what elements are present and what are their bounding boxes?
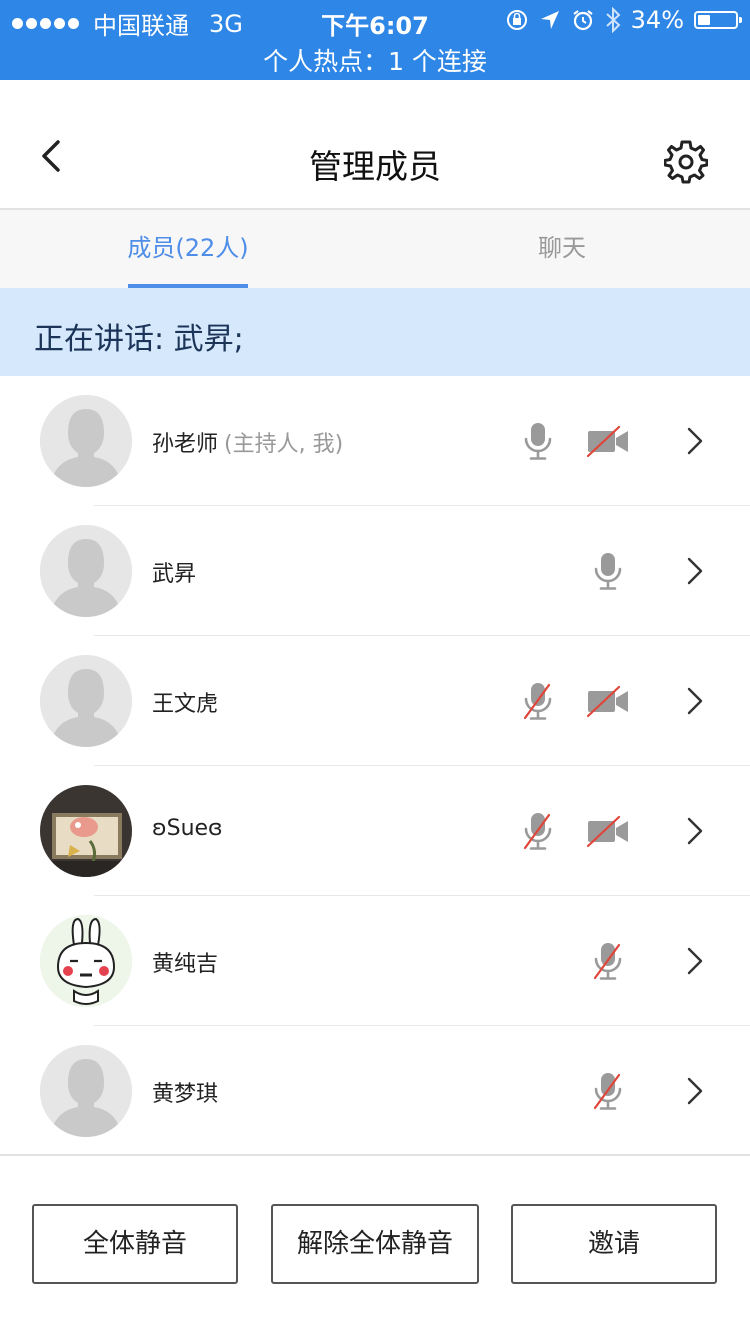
speaking-text: 正在讲话: 武昇; xyxy=(34,322,244,357)
member-row[interactable]: 黄梦琪 xyxy=(0,1026,750,1156)
avatar xyxy=(40,655,132,747)
tab-chat[interactable]: 聊天 xyxy=(474,210,650,288)
video-off-icon[interactable] xyxy=(586,420,629,462)
member-row[interactable]: 武昇 xyxy=(0,506,750,636)
video-off-icon[interactable] xyxy=(586,810,629,852)
mute-all-button[interactable]: 全体静音 xyxy=(32,1204,238,1284)
avatar xyxy=(40,785,132,877)
mic-muted-icon[interactable] xyxy=(587,940,629,982)
avatar xyxy=(40,395,132,487)
avatar xyxy=(40,915,132,1007)
member-name: 孙老师 (主持人, 我) xyxy=(152,426,343,458)
mic-icon[interactable] xyxy=(587,550,629,592)
member-name: ʚSueɞ xyxy=(152,816,223,841)
chevron-right-icon[interactable] xyxy=(684,816,706,846)
mic-icon[interactable] xyxy=(517,420,559,462)
hotspot-banner[interactable]: 个人热点：1 个连接 xyxy=(0,42,750,78)
mic-muted-icon[interactable] xyxy=(587,1070,629,1112)
video-off-icon[interactable] xyxy=(586,680,629,722)
tab-members[interactable]: 成员(22人) xyxy=(100,210,276,288)
unmute-all-button[interactable]: 解除全体静音 xyxy=(271,1204,479,1284)
member-row[interactable]: 黄纯吉 xyxy=(0,896,750,1026)
member-name-text: 王文虎 xyxy=(152,692,219,717)
member-row[interactable]: ʚSueɞ xyxy=(0,766,750,896)
location-icon xyxy=(540,11,559,29)
battery-percent: 34% xyxy=(630,6,684,34)
alarm-icon xyxy=(572,10,593,31)
gear-icon[interactable] xyxy=(664,140,708,184)
member-name-text: 武昇 xyxy=(152,562,197,587)
divider xyxy=(0,1154,750,1156)
status-bar: 中国联通 3G 下午6:07 34% 个人热点：1 个连接 xyxy=(0,0,750,80)
member-name: 黄纯吉 xyxy=(152,946,218,978)
member-name: 黄梦琪 xyxy=(152,1076,218,1108)
page-title: 管理成员 xyxy=(309,147,441,186)
tab-bar: 成员(22人) 聊天 xyxy=(0,210,750,288)
chevron-right-icon[interactable] xyxy=(684,556,706,586)
nav-header: 管理成员 xyxy=(0,80,750,210)
avatar xyxy=(40,525,132,617)
member-name: 武昇 xyxy=(152,556,196,588)
member-row[interactable]: 孙老师 (主持人, 我) xyxy=(0,376,750,506)
speaking-banner: 正在讲话: 武昇; xyxy=(0,288,750,376)
rotation-lock-icon xyxy=(506,10,527,30)
chevron-right-icon[interactable] xyxy=(684,1076,706,1106)
invite-button[interactable]: 邀请 xyxy=(511,1204,717,1284)
chevron-right-icon[interactable] xyxy=(684,426,706,456)
member-role: (主持人, 我) xyxy=(224,432,344,457)
avatar xyxy=(40,1045,132,1137)
member-name-text: 黄纯吉 xyxy=(152,952,219,977)
mic-muted-icon[interactable] xyxy=(517,680,559,722)
chevron-right-icon[interactable] xyxy=(684,946,706,976)
mic-muted-icon[interactable] xyxy=(517,810,559,852)
chevron-right-icon[interactable] xyxy=(684,686,706,716)
battery-icon xyxy=(694,11,742,29)
member-row[interactable]: 王文虎 xyxy=(0,636,750,766)
member-name-text: 孙老师 xyxy=(152,432,219,457)
member-name-text: 黄梦琪 xyxy=(152,1082,219,1107)
member-name-text: ʚSueɞ xyxy=(152,816,223,841)
bluetooth-icon xyxy=(605,7,621,33)
member-name: 王文虎 xyxy=(152,686,218,718)
